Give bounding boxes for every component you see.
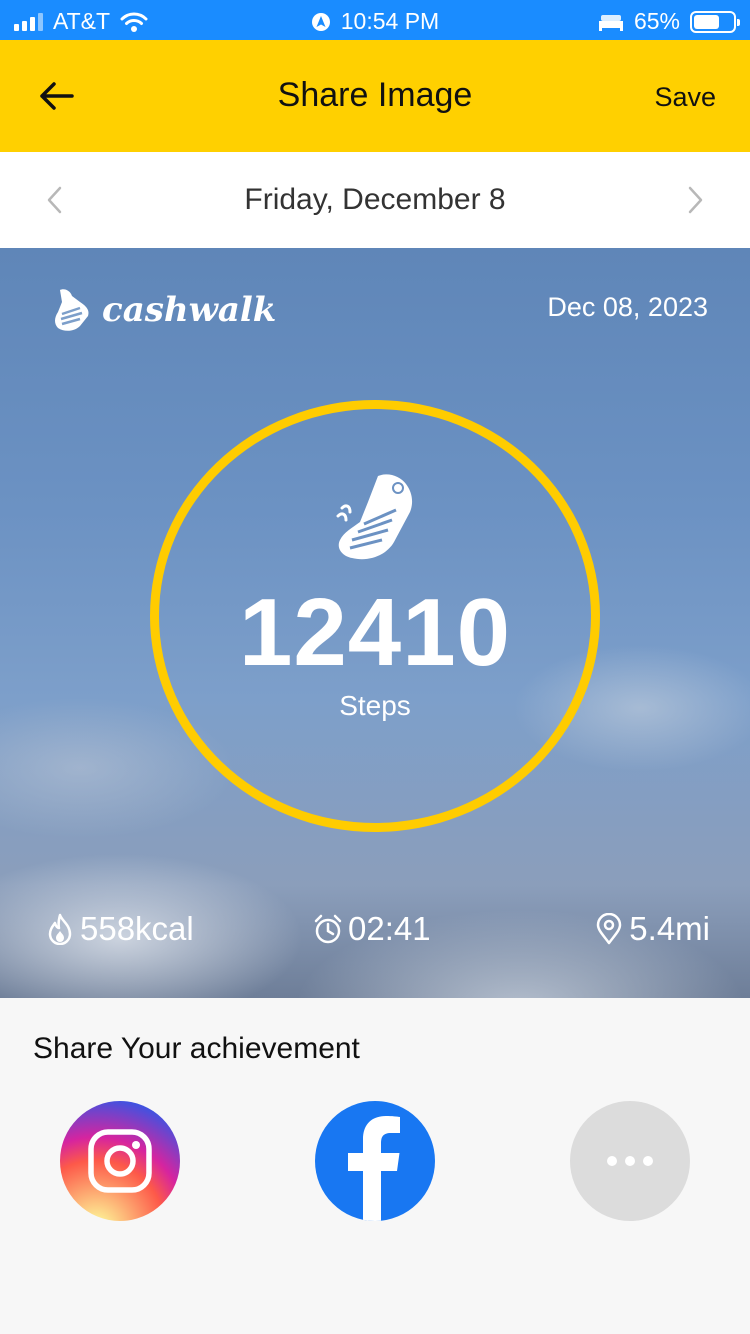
save-button[interactable]: Save bbox=[654, 82, 716, 113]
share-instagram-button[interactable] bbox=[60, 1101, 180, 1221]
clock-label: 10:54 PM bbox=[340, 8, 440, 34]
app-header: Share Image Save bbox=[0, 40, 750, 152]
date-label: Friday, December 8 bbox=[244, 183, 506, 216]
step-count: 12410 bbox=[239, 579, 511, 686]
calories-value: 558kcal bbox=[80, 910, 194, 947]
duration-value: 02:41 bbox=[348, 910, 431, 947]
battery-percent: 65% bbox=[633, 8, 680, 34]
battery-icon bbox=[690, 10, 740, 33]
instagram-icon bbox=[88, 1129, 152, 1193]
sneaker-icon bbox=[336, 474, 413, 560]
date-navigator: Friday, December 8 bbox=[0, 152, 750, 248]
duration-stat: 02:41 bbox=[312, 910, 431, 948]
facebook-icon bbox=[348, 1116, 400, 1221]
chevron-right-icon[interactable] bbox=[680, 182, 710, 218]
share-facebook-button[interactable] bbox=[315, 1101, 435, 1221]
share-section-title: Share Your achievement bbox=[33, 1032, 360, 1065]
sneaker-logo-icon bbox=[55, 289, 89, 331]
page-title: Share Image bbox=[277, 76, 473, 114]
steps-label: Steps bbox=[339, 690, 411, 721]
calories-stat: 558kcal bbox=[44, 910, 194, 948]
battery-fill bbox=[694, 14, 719, 29]
flame-icon bbox=[48, 913, 72, 945]
alarm-clock-icon bbox=[314, 914, 342, 944]
distance-value: 5.4mi bbox=[629, 910, 710, 947]
brand-name: cashwalk bbox=[102, 290, 277, 330]
distance-stat: 5.4mi bbox=[593, 910, 710, 948]
share-card: cashwalk Dec 08, 2023 12410 Steps 558kca… bbox=[0, 248, 750, 998]
brand-logo: cashwalk bbox=[50, 286, 276, 334]
status-bar: AT&T 10:54 PM 65% bbox=[0, 0, 750, 40]
card-date: Dec 08, 2023 bbox=[547, 292, 708, 322]
map-pin-icon bbox=[597, 913, 622, 945]
sleep-mode-icon bbox=[598, 14, 623, 31]
share-more-button[interactable] bbox=[570, 1101, 690, 1221]
status-right: 65% bbox=[598, 8, 740, 35]
more-dots-icon bbox=[607, 1156, 653, 1166]
location-arrow-icon bbox=[311, 12, 330, 31]
